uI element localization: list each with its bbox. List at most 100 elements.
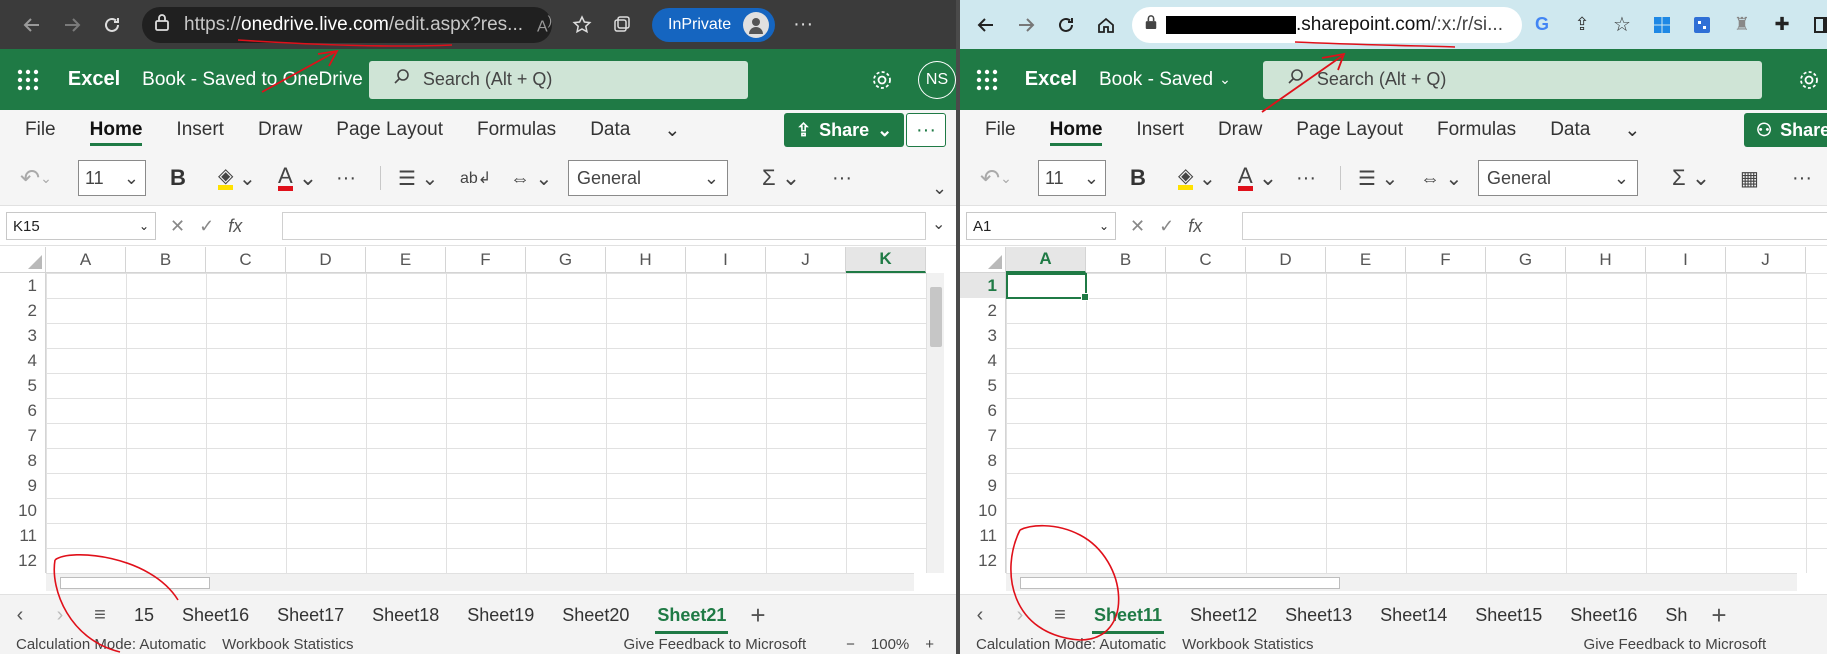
feedback-link[interactable]: Give Feedback to Microsoft: [1584, 636, 1767, 654]
font-size-select[interactable]: 11 ⌄: [1038, 160, 1106, 196]
row-header[interactable]: 5: [960, 373, 1006, 398]
sheet-tab[interactable]: Sheet20: [548, 595, 643, 637]
add-sheet-icon[interactable]: +: [1701, 600, 1736, 631]
book-title[interactable]: Book - Saved to OneDrive: [142, 69, 363, 91]
calc-mode[interactable]: Calculation Mode: Automatic: [976, 636, 1166, 654]
workbook-stats[interactable]: Workbook Statistics: [222, 636, 353, 654]
tab-formulas[interactable]: Formulas: [1420, 110, 1533, 150]
row-header[interactable]: 6: [0, 398, 46, 423]
row-header[interactable]: 5: [0, 373, 46, 398]
column-header[interactable]: H: [606, 247, 686, 273]
refresh-icon[interactable]: [1046, 0, 1086, 49]
align-icon[interactable]: ☰ ⌄: [1358, 160, 1398, 196]
cancel-icon[interactable]: ✕: [170, 216, 185, 237]
row-header[interactable]: 12: [960, 548, 1006, 573]
formula-input[interactable]: [1242, 212, 1827, 240]
search-input[interactable]: Search (Alt + Q): [368, 60, 749, 99]
zoom-out-icon[interactable]: −: [846, 636, 855, 654]
row-header[interactable]: 10: [960, 498, 1006, 523]
column-header[interactable]: E: [1326, 247, 1406, 273]
row-header[interactable]: 10: [0, 498, 46, 523]
all-sheets-icon[interactable]: ≡: [80, 595, 120, 637]
prev-sheet-icon[interactable]: ‹: [960, 595, 1000, 637]
font-size-select[interactable]: 11 ⌄: [78, 160, 146, 196]
cancel-icon[interactable]: ✕: [1130, 216, 1145, 237]
column-header[interactable]: H: [1566, 247, 1646, 273]
autosum-icon[interactable]: Σ ⌄: [762, 160, 800, 196]
back-icon[interactable]: [12, 0, 52, 49]
grid-extension-icon[interactable]: [1682, 0, 1722, 49]
cell-area[interactable]: [46, 273, 926, 573]
row-header[interactable]: 2: [960, 298, 1006, 323]
sheet-tab[interactable]: Sheet17: [263, 595, 358, 637]
tab-formulas[interactable]: Formulas: [460, 110, 573, 150]
google-icon[interactable]: G: [1522, 0, 1562, 49]
confirm-icon[interactable]: ✓: [1159, 216, 1174, 237]
sheet-tab[interactable]: Sheet15: [1461, 595, 1556, 637]
read-aloud-icon[interactable]: A)): [537, 13, 552, 36]
row-header[interactable]: 12: [0, 548, 46, 573]
column-header[interactable]: A: [1006, 247, 1086, 273]
column-header[interactable]: B: [126, 247, 206, 273]
windows-extension-icon[interactable]: [1642, 0, 1682, 49]
undo-icon[interactable]: ↶ ⌄: [980, 160, 1012, 196]
sheet-tab[interactable]: Sheet14: [1366, 595, 1461, 637]
number-format-select[interactable]: General ⌄: [568, 160, 728, 196]
align-icon[interactable]: ☰ ⌄: [398, 160, 438, 196]
horizontal-scrollbar[interactable]: [46, 573, 914, 591]
add-sheet-icon[interactable]: +: [740, 600, 775, 631]
bold-icon[interactable]: B: [170, 160, 186, 196]
browser-menu-icon[interactable]: ···: [783, 0, 823, 49]
sheet-tab[interactable]: Sheet18: [358, 595, 453, 637]
favorites-icon[interactable]: [562, 0, 602, 49]
row-header[interactable]: 8: [960, 448, 1006, 473]
settings-gear-icon[interactable]: [864, 62, 900, 98]
sheet-tab[interactable]: Sheet12: [1176, 595, 1271, 637]
app-launcher-icon[interactable]: [960, 49, 1015, 110]
tab-page-layout[interactable]: Page Layout: [1279, 110, 1420, 150]
fill-color-icon[interactable]: ◈ ⌄: [218, 160, 256, 196]
profile-avatar[interactable]: NS: [918, 60, 956, 99]
select-all-corner[interactable]: [0, 247, 46, 273]
row-header[interactable]: 7: [0, 423, 46, 448]
sidebar-toggle-icon[interactable]: [1802, 0, 1827, 49]
share-button[interactable]: ⇪ Share ⌄: [784, 113, 905, 147]
more-font-options-icon[interactable]: ···: [336, 160, 356, 196]
chevron-down-icon[interactable]: ⌄: [1219, 71, 1231, 88]
sheet-tab[interactable]: Sheet11: [1080, 595, 1176, 637]
app-name[interactable]: Excel: [68, 68, 120, 91]
more-tabs-chevron-icon[interactable]: ⌄: [1607, 110, 1657, 150]
confirm-icon[interactable]: ✓: [199, 216, 214, 237]
sheet-tab[interactable]: Sheet16: [1556, 595, 1651, 637]
more-font-options-icon[interactable]: ···: [1296, 160, 1316, 196]
tab-home[interactable]: Home: [73, 110, 160, 150]
sheet-tab[interactable]: Sh: [1651, 595, 1701, 637]
tab-file[interactable]: File: [968, 110, 1033, 150]
horizontal-scrollbar[interactable]: [1006, 573, 1797, 591]
row-header[interactable]: 3: [960, 323, 1006, 348]
refresh-icon[interactable]: [92, 0, 132, 49]
wrap-text-icon[interactable]: ab↲: [460, 160, 491, 196]
extensions-puzzle-icon[interactable]: ✚: [1762, 0, 1802, 49]
column-header[interactable]: F: [1406, 247, 1486, 273]
autosum-icon[interactable]: Σ ⌄: [1672, 160, 1710, 196]
column-header[interactable]: G: [1486, 247, 1566, 273]
worksheet-grid[interactable]: A B C D E F G H I J K 1 2 3 4 5 6 7 8 9 10 11 12: [0, 247, 956, 591]
column-header[interactable]: F: [446, 247, 526, 273]
sheet-tab[interactable]: 15: [120, 595, 168, 637]
row-header[interactable]: 11: [960, 523, 1006, 548]
column-header[interactable]: J: [1726, 247, 1806, 273]
undo-icon[interactable]: ↶ ⌄: [20, 160, 52, 196]
row-header[interactable]: 6: [960, 398, 1006, 423]
feedback-link[interactable]: Give Feedback to Microsoft: [624, 636, 807, 654]
sheet-tab[interactable]: Sheet19: [453, 595, 548, 637]
active-cell[interactable]: [1006, 273, 1089, 301]
tab-data[interactable]: Data: [1533, 110, 1607, 150]
bookmark-star-icon[interactable]: ☆: [1602, 0, 1642, 49]
zoom-level[interactable]: 100%: [871, 636, 909, 654]
tab-home[interactable]: Home: [1033, 110, 1120, 150]
fill-color-icon[interactable]: ◈ ⌄: [1178, 160, 1216, 196]
zoom-in-icon[interactable]: +: [925, 636, 934, 654]
sheet-tab[interactable]: Sheet21: [643, 595, 740, 637]
tab-page-layout[interactable]: Page Layout: [319, 110, 460, 150]
